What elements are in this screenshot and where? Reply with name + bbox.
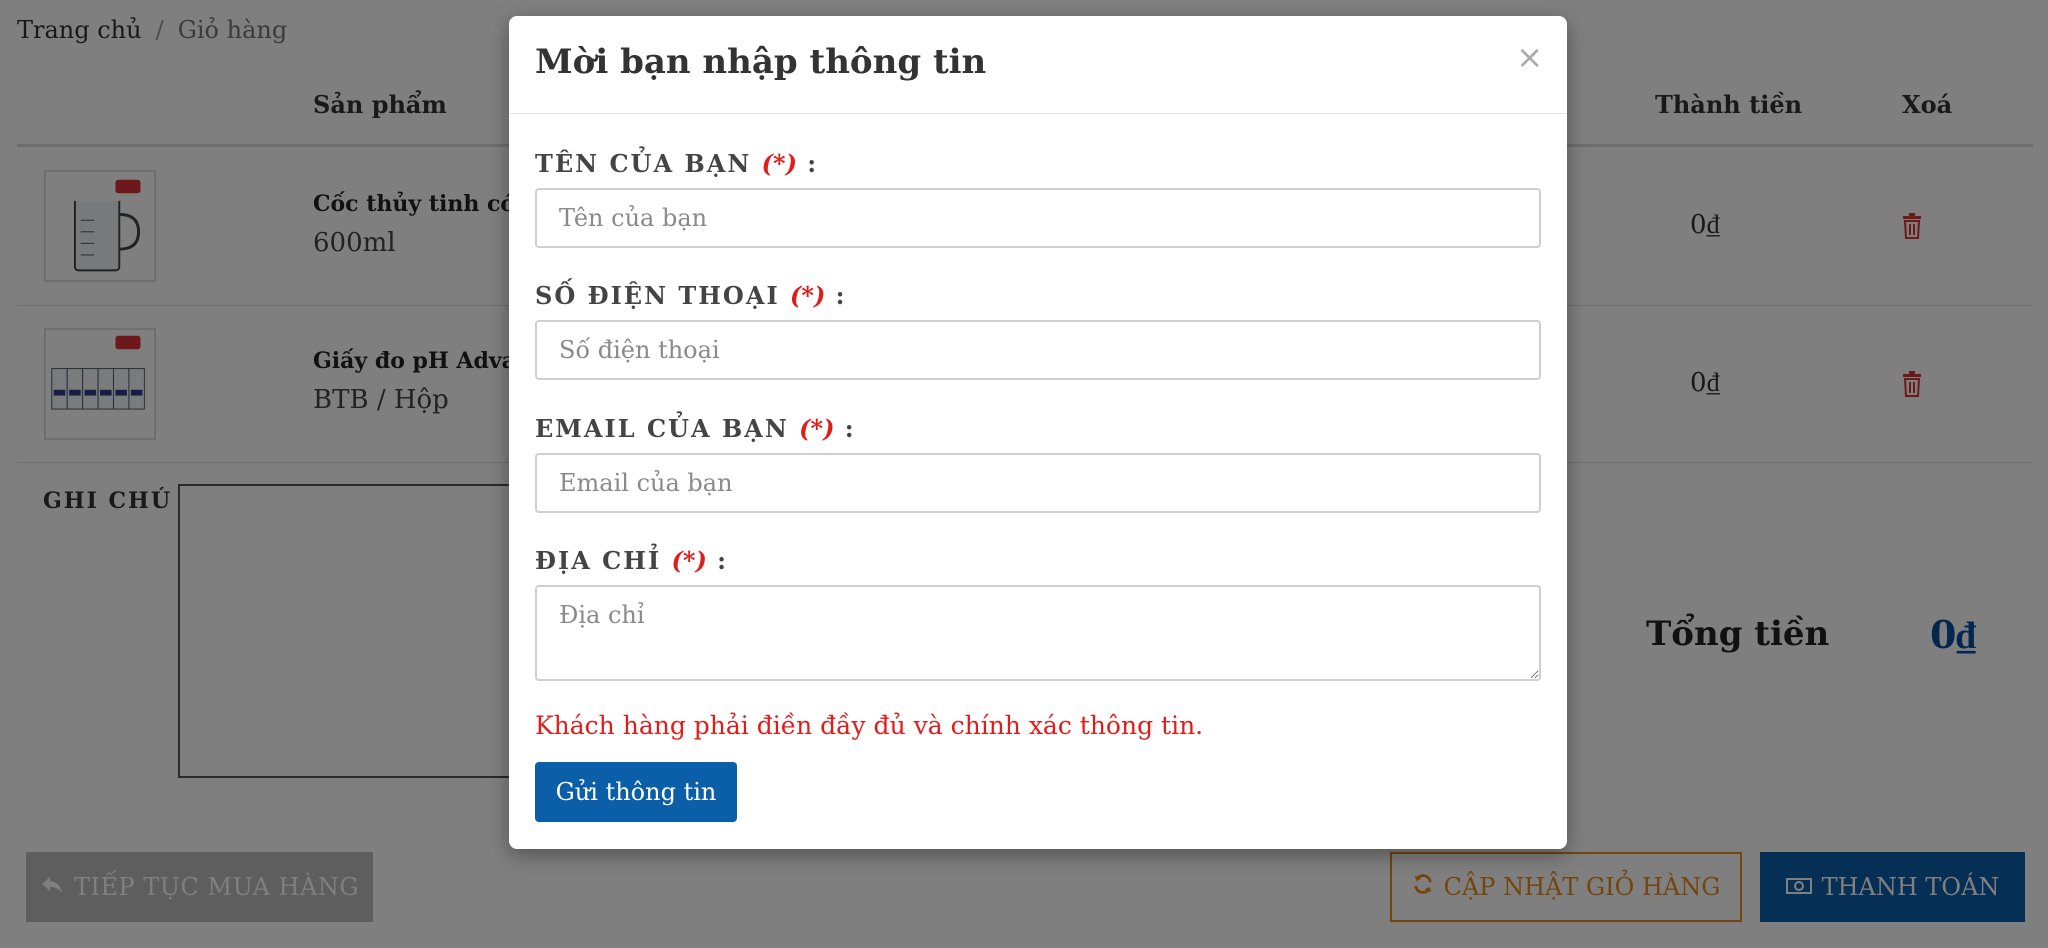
- phone-input[interactable]: [535, 320, 1541, 380]
- required-mark: (*): [761, 149, 797, 178]
- name-label: TÊN CỦA BẠN (*) :: [535, 149, 818, 178]
- address-textarea[interactable]: [535, 585, 1541, 681]
- address-label: ĐỊA CHỈ (*) :: [535, 546, 728, 575]
- name-input[interactable]: [535, 188, 1541, 248]
- required-mark: (*): [790, 281, 826, 310]
- modal-header: Mời bạn nhập thông tin ×: [509, 16, 1567, 114]
- label-colon: :: [844, 414, 856, 443]
- label-colon: :: [807, 149, 819, 178]
- phone-label: SỐ ĐIỆN THOẠI (*) :: [535, 281, 847, 310]
- address-label-text: ĐỊA CHỈ: [535, 546, 662, 575]
- email-label: EMAIL CỦA BẠN (*) :: [535, 414, 856, 443]
- modal-title: Mời bạn nhập thông tin: [535, 42, 987, 82]
- email-input[interactable]: [535, 453, 1541, 513]
- label-colon: :: [835, 281, 847, 310]
- required-mark: (*): [799, 414, 835, 443]
- name-label-text: TÊN CỦA BẠN: [535, 149, 752, 178]
- required-mark: (*): [671, 546, 707, 575]
- label-colon: :: [717, 546, 729, 575]
- customer-info-modal: Mời bạn nhập thông tin × TÊN CỦA BẠN (*)…: [509, 16, 1567, 849]
- warning-message: Khách hàng phải điền đầy đủ và chính xác…: [535, 711, 1204, 740]
- email-label-text: EMAIL CỦA BẠN: [535, 414, 789, 443]
- submit-button[interactable]: Gửi thông tin: [535, 762, 737, 822]
- close-icon[interactable]: ×: [1516, 38, 1543, 76]
- phone-label-text: SỐ ĐIỆN THOẠI: [535, 281, 780, 310]
